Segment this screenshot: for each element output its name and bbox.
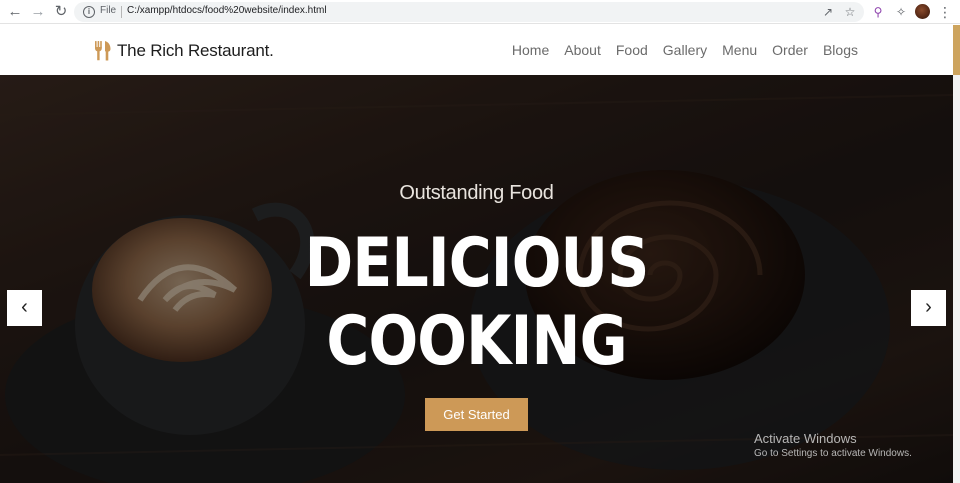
hero-subtitle: Outstanding Food [399,182,554,204]
address-bar[interactable]: i File C:/xampp/htdocs/food%20website/in… [74,2,864,22]
url-scheme-label: File [100,5,117,16]
url-text[interactable]: C:/xampp/htdocs/food%20website/index.htm… [127,5,327,16]
search-extension-icon[interactable]: ⚲ [869,3,887,21]
logo-text: The Rich Restaurant. [117,41,274,60]
omnibox-divider [121,6,122,18]
puzzle-icon[interactable]: ✧ [892,3,910,21]
star-icon[interactable]: ☆ [842,4,858,20]
main-nav: Home About Food Gallery Menu Order Blogs [512,42,858,58]
nav-link-menu[interactable]: Menu [722,42,757,58]
forward-arrow-icon[interactable]: → [29,3,47,21]
activate-windows-watermark: Activate Windows Go to Settings to activ… [754,431,912,461]
share-icon[interactable]: ↗ [820,4,836,20]
nav-link-about[interactable]: About [564,42,601,58]
watermark-title: Activate Windows [754,431,857,446]
page-scrollbar[interactable] [953,25,960,483]
fork-knife-icon [95,41,111,61]
profile-avatar[interactable] [915,4,930,19]
watermark-subtitle: Go to Settings to activate Windows. [754,448,912,459]
nav-link-order[interactable]: Order [772,42,808,58]
get-started-button[interactable]: Get Started [425,398,528,431]
slider-next-arrow-icon[interactable]: › [911,290,946,326]
hero-title-line-1: DELICIOUS [304,224,650,303]
back-arrow-icon[interactable]: ← [6,3,24,21]
browser-toolbar: ← → ↻ i File C:/xampp/htdocs/food%20webs… [0,0,960,24]
nav-link-blogs[interactable]: Blogs [823,42,858,58]
hero-slider: Outstanding Food DELICIOUS COOKING Get S… [0,75,953,483]
hero-title: DELICIOUS COOKING [67,225,887,381]
nav-link-gallery[interactable]: Gallery [663,42,707,58]
info-icon[interactable]: i [83,6,95,18]
scrollbar-thumb[interactable] [953,25,960,75]
logo[interactable]: The Rich Restaurant. [94,40,274,62]
reload-icon[interactable]: ↻ [52,3,70,21]
slider-prev-arrow-icon[interactable]: ‹ [7,290,42,326]
hero-title-line-2: COOKING [326,302,627,381]
nav-link-home[interactable]: Home [512,42,549,58]
site-header: The Rich Restaurant. Home About Food Gal… [0,25,953,75]
more-menu-icon[interactable]: ⋮ [938,3,952,21]
nav-link-food[interactable]: Food [616,42,648,58]
